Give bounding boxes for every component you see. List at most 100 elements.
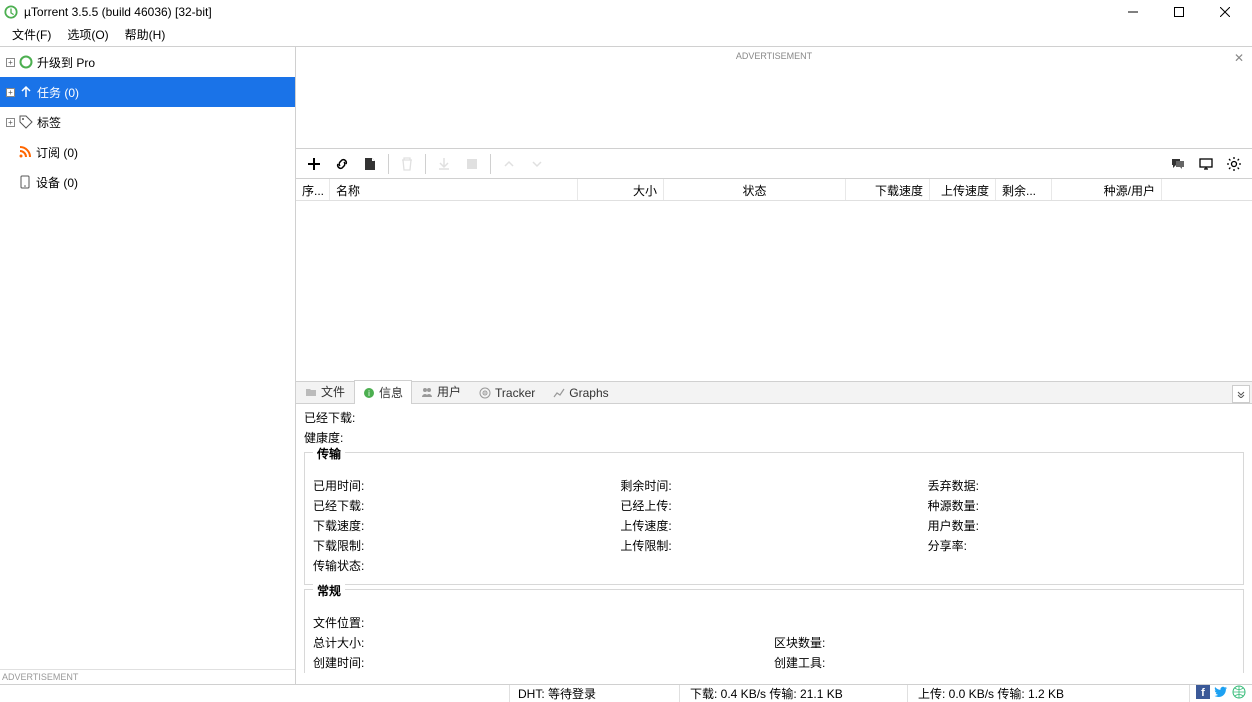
expand-icon[interactable]: +	[6, 118, 15, 127]
col-remaining[interactable]: 剩余...	[996, 179, 1052, 200]
sidebar-ad-label: ADVERTISEMENT	[0, 669, 295, 684]
maximize-button[interactable]	[1156, 0, 1202, 24]
sidebar-label: 标签	[37, 114, 61, 131]
info-path: 文件位置:	[313, 613, 1235, 633]
status-dht: DHT: 等待登录	[510, 685, 680, 702]
peers-icon	[421, 386, 433, 398]
title-bar: µTorrent 3.5.5 (build 46036) [32-bit]	[0, 0, 1252, 24]
col-name[interactable]: 名称	[330, 179, 578, 200]
stop-button[interactable]	[458, 150, 486, 178]
info-created-by: 创建工具:	[774, 653, 1235, 673]
info-piece-count: 区块数量:	[774, 633, 1235, 653]
sidebar-label: 任务 (0)	[37, 84, 79, 101]
expand-icon[interactable]: +	[6, 58, 15, 67]
app-logo-icon	[4, 5, 18, 19]
upgrade-icon	[19, 55, 33, 69]
sidebar-item-devices[interactable]: 设备 (0)	[0, 167, 295, 197]
info-peer-count: 用户数量:	[928, 516, 1235, 536]
info-dl-done: 已经下载:	[313, 496, 620, 516]
create-torrent-button[interactable]	[356, 150, 384, 178]
folder-icon	[305, 386, 317, 398]
add-url-button[interactable]	[328, 150, 356, 178]
delete-button[interactable]	[393, 150, 421, 178]
web-icon[interactable]	[1232, 685, 1246, 702]
col-up-speed[interactable]: 上传速度	[930, 179, 996, 200]
move-up-button[interactable]	[495, 150, 523, 178]
col-num[interactable]: 序...	[296, 179, 330, 200]
sidebar-item-upgrade[interactable]: + 升级到 Pro	[0, 47, 295, 77]
status-down: 下载: 0.4 KB/s 传输: 21.1 KB	[680, 685, 908, 702]
start-button[interactable]	[430, 150, 458, 178]
ad-banner: ADVERTISEMENT ✕	[296, 47, 1252, 149]
menu-bar: 文件(F) 选项(O) 帮助(H)	[0, 24, 1252, 46]
svg-text:i: i	[368, 389, 370, 398]
twitter-icon[interactable]	[1214, 685, 1228, 702]
status-up: 上传: 0.0 KB/s 传输: 1.2 KB	[908, 685, 1190, 702]
minimize-button[interactable]	[1110, 0, 1156, 24]
status-social-icons: f	[1190, 685, 1252, 702]
tab-info[interactable]: i 信息	[354, 380, 412, 404]
move-down-button[interactable]	[523, 150, 551, 178]
detail-tabbar: 文件 i 信息 用户 Tracker Graphs	[296, 382, 1252, 404]
info-total-size: 总计大小:	[313, 633, 774, 653]
window-title: µTorrent 3.5.5 (build 46036) [32-bit]	[24, 5, 1110, 19]
sidebar-item-tasks[interactable]: + 任务 (0)	[0, 77, 295, 107]
tab-peers[interactable]: 用户	[412, 379, 470, 403]
info-ul-done: 已经上传:	[620, 496, 927, 516]
menu-file[interactable]: 文件(F)	[4, 24, 59, 45]
info-dl-limit: 下载限制:	[313, 536, 620, 556]
tab-graphs[interactable]: Graphs	[544, 382, 617, 403]
info-icon: i	[363, 387, 375, 399]
ad-close-icon[interactable]: ✕	[1234, 51, 1244, 65]
info-remaining-time: 剩余时间:	[620, 476, 927, 496]
ad-label: ADVERTISEMENT	[296, 51, 1252, 61]
section-transfer: 传输 已用时间: 剩余时间: 丢弃数据: 已经下载: 已经上传: 种源数量: 下…	[304, 452, 1244, 585]
info-health: 健康度:	[304, 428, 1244, 448]
col-seeds-peers[interactable]: 种源/用户	[1052, 179, 1162, 200]
col-status[interactable]: 状态	[664, 179, 846, 200]
info-ul-limit: 上传限制:	[620, 536, 927, 556]
torrent-grid-header: 序... 名称 大小 状态 下载速度 上传速度 剩余... 种源/用户	[296, 179, 1252, 201]
menu-help[interactable]: 帮助(H)	[117, 24, 174, 45]
detail-pane: 文件 i 信息 用户 Tracker Graphs	[296, 381, 1252, 684]
status-bar: DHT: 等待登录 下载: 0.4 KB/s 传输: 21.1 KB 上传: 0…	[0, 684, 1252, 702]
sidebar-item-feeds[interactable]: 订阅 (0)	[0, 137, 295, 167]
svg-text:f: f	[1201, 687, 1205, 699]
info-seed-count: 种源数量:	[928, 496, 1235, 516]
col-size[interactable]: 大小	[578, 179, 664, 200]
device-icon	[18, 175, 32, 189]
close-button[interactable]	[1202, 0, 1248, 24]
menu-options[interactable]: 选项(O)	[59, 24, 116, 45]
info-time-used: 已用时间:	[313, 476, 620, 496]
chat-button[interactable]	[1164, 150, 1192, 178]
tabs-overflow-button[interactable]	[1232, 385, 1250, 403]
info-created-on: 创建时间:	[313, 653, 774, 673]
remote-button[interactable]	[1192, 150, 1220, 178]
sidebar-label: 设备 (0)	[36, 174, 78, 191]
sidebar-label: 订阅 (0)	[36, 144, 78, 161]
info-dl-speed: 下载速度:	[313, 516, 620, 536]
col-down-speed[interactable]: 下载速度	[846, 179, 930, 200]
graph-icon	[553, 387, 565, 399]
info-discarded: 丢弃数据:	[928, 476, 1235, 496]
add-torrent-button[interactable]	[300, 150, 328, 178]
tab-files[interactable]: 文件	[296, 379, 354, 403]
rss-icon	[18, 145, 32, 159]
info-downloaded: 已经下载:	[304, 408, 1244, 428]
facebook-icon[interactable]: f	[1196, 685, 1210, 702]
expand-icon[interactable]: +	[6, 88, 15, 97]
settings-button[interactable]	[1220, 150, 1248, 178]
section-general: 常规 文件位置: 总计大小: 区块数量: 创建时间: 创建工具:	[304, 589, 1244, 673]
torrent-grid-body[interactable]	[296, 201, 1252, 381]
sidebar-label: 升级到 Pro	[37, 54, 95, 71]
detail-body: 已经下载: 健康度: 传输 已用时间: 剩余时间: 丢弃数据: 已经下载: 已经…	[296, 404, 1252, 684]
info-transfer-status: 传输状态:	[313, 556, 1235, 576]
section-title-general: 常规	[313, 582, 345, 599]
status-empty	[0, 685, 510, 702]
main-area: ADVERTISEMENT ✕	[296, 46, 1252, 684]
info-ul-speed: 上传速度:	[620, 516, 927, 536]
sidebar-item-tags[interactable]: + 标签	[0, 107, 295, 137]
section-title-transfer: 传输	[313, 445, 345, 462]
tab-tracker[interactable]: Tracker	[470, 382, 544, 403]
tracker-icon	[479, 387, 491, 399]
